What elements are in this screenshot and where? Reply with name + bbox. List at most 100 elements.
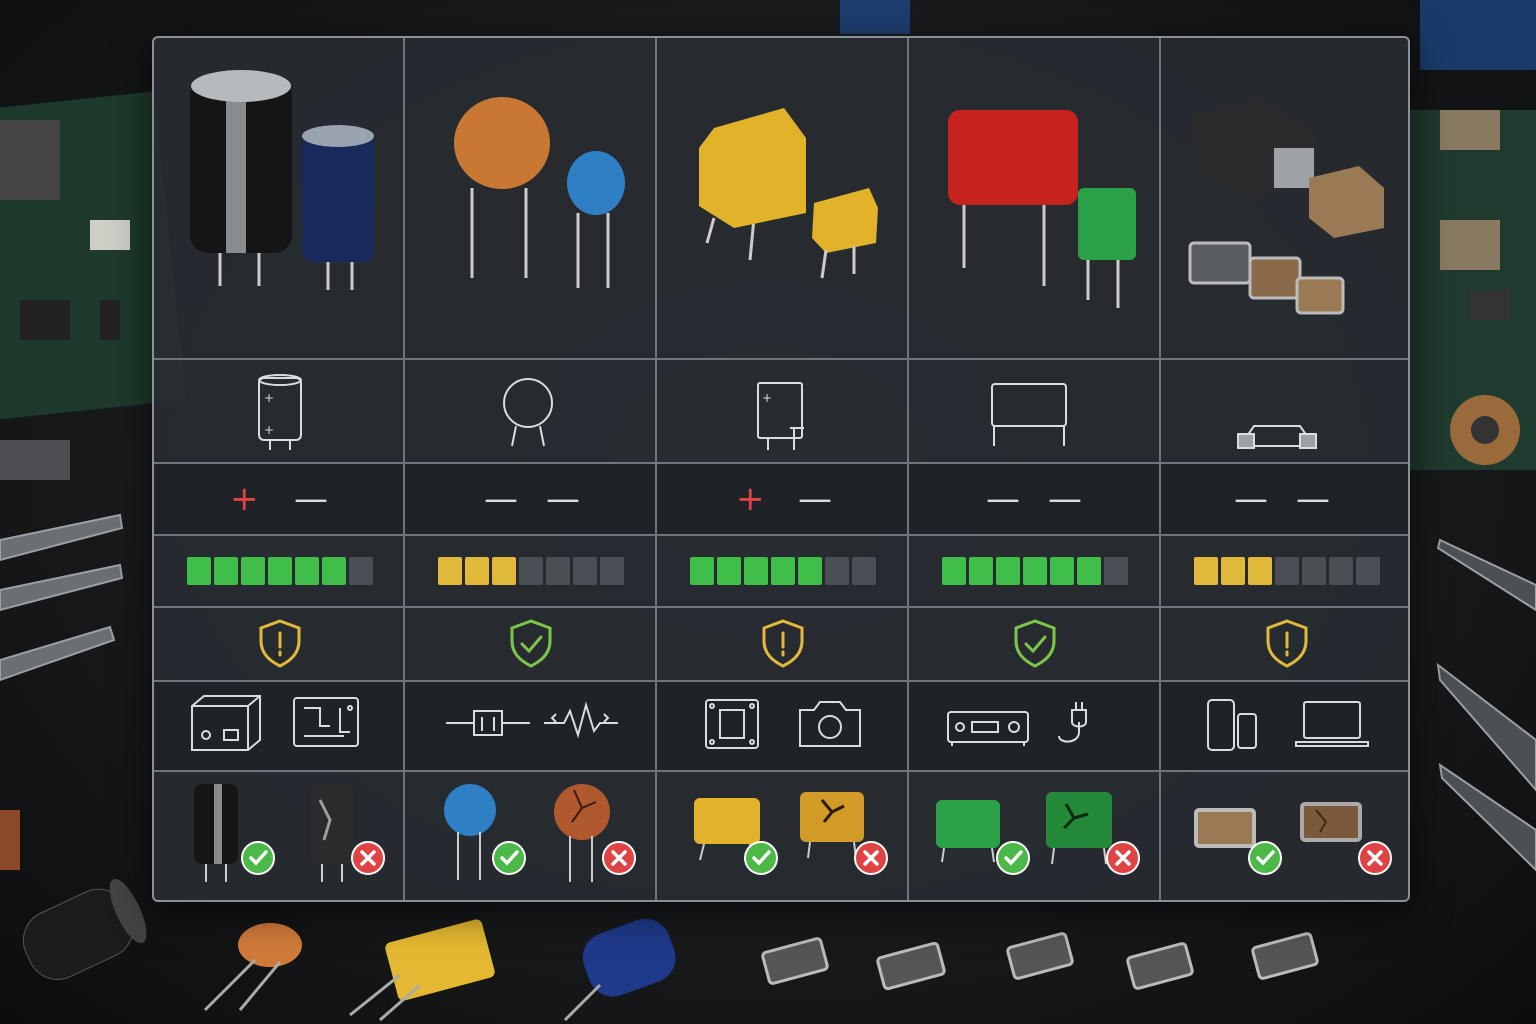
- ceramic-bad-example: [554, 784, 610, 882]
- mobile-devices-icon: [1207, 699, 1257, 751]
- rating-segment: [1077, 557, 1101, 585]
- rating-segment: [600, 557, 624, 585]
- rating-segment: [519, 557, 543, 585]
- camera-icon: [799, 701, 861, 747]
- good-check-badge: [996, 841, 1030, 875]
- audio-receiver-icon: [947, 711, 1029, 746]
- polarity-sign-5a: —: [1234, 479, 1268, 519]
- grid-line: [403, 38, 405, 900]
- grid-line: [154, 534, 1408, 536]
- rating-segment: [573, 557, 597, 585]
- smd-bad-example: [1300, 802, 1362, 842]
- rating-segment: [214, 557, 238, 585]
- rating-segment: [1248, 557, 1272, 585]
- bad-x-badge: [854, 841, 888, 875]
- grid-line: [154, 680, 1408, 682]
- rating-segment: [798, 557, 822, 585]
- power-plug-icon: [1058, 702, 1087, 743]
- rating-segment: [717, 557, 741, 585]
- polarity-sign-4b: —: [1048, 479, 1082, 519]
- rating-segment: [996, 557, 1020, 585]
- polarity-sign-2b: —: [546, 479, 580, 519]
- polarity-sign-5b: —: [1296, 479, 1330, 519]
- polarity-sign-3b: —: [798, 479, 832, 519]
- condition-examples-row: [194, 784, 1392, 882]
- rating-segment: [1356, 557, 1380, 585]
- svg-text:+: +: [762, 391, 772, 405]
- shield-warning-icon: [1266, 619, 1308, 668]
- polarity-row: + — — — + — — — — —: [154, 464, 1408, 536]
- ceramic-outline-icon: [503, 378, 553, 447]
- grid-line: [154, 770, 1408, 772]
- rating-segment: [295, 557, 319, 585]
- rating-segment: [241, 557, 265, 585]
- tweezers: [1436, 538, 1536, 872]
- rating-segment: [690, 557, 714, 585]
- rating-segment: [1104, 557, 1128, 585]
- bad-x-badge: [1106, 841, 1140, 875]
- power-supply-icon: [191, 695, 261, 751]
- tantalum-capacitor-image: [699, 108, 878, 279]
- capacitor-comparison-panel: + + + + — — — + — — — — —: [152, 36, 1410, 902]
- rating-segment: [744, 557, 768, 585]
- rating-segment: [268, 557, 292, 585]
- polarity-sign-2a: —: [484, 479, 518, 519]
- chip-module-icon: [705, 699, 759, 749]
- electrolytic-good-example: [194, 784, 238, 882]
- tantalum-bad-example: [800, 792, 864, 859]
- rating-segment: [1194, 557, 1218, 585]
- ceramic-disc-capacitor-image: [454, 97, 625, 288]
- grid-line: [907, 38, 909, 900]
- film-bad-example: [1046, 792, 1112, 865]
- grid-line: [655, 38, 657, 900]
- grid-line: [154, 606, 1408, 608]
- bad-x-badge: [1358, 841, 1392, 875]
- smd-capacitor-image: [1188, 98, 1384, 315]
- rating-segment: [1302, 557, 1326, 585]
- polarity-sign-1a: +: [230, 479, 259, 519]
- grid-line: [154, 358, 1408, 360]
- rating-segment: [1050, 557, 1074, 585]
- circuit-board-icon: [293, 697, 359, 747]
- electrolytic-capacitor-image: [190, 70, 374, 290]
- rating-segment: [1023, 557, 1047, 585]
- rating-segment: [187, 557, 211, 585]
- smd-outline-icon: [1237, 425, 1317, 449]
- rating-segment: [546, 557, 570, 585]
- rating-segment: [771, 557, 795, 585]
- rating-segment: [465, 557, 489, 585]
- svg-text:+: +: [264, 391, 274, 405]
- application-icons-row: [191, 695, 1369, 751]
- bad-x-badge: [602, 841, 636, 875]
- rating-segment: [322, 557, 346, 585]
- shield-check-icon: [1014, 619, 1056, 668]
- signal-filter-icon: [544, 701, 618, 739]
- shield-check-icon: [510, 619, 552, 668]
- polarity-sign-3a: +: [736, 479, 765, 519]
- rating-segment: [492, 557, 516, 585]
- good-check-badge: [241, 841, 275, 875]
- bad-x-badge: [351, 841, 385, 875]
- electrolytic-bad-example: [310, 784, 354, 882]
- component-photos-row: [190, 70, 1384, 315]
- rating-segment: [825, 557, 849, 585]
- rating-segment: [969, 557, 993, 585]
- rating-segment: [942, 557, 966, 585]
- svg-text:+: +: [264, 423, 274, 437]
- capacitor-symbol-icon: [446, 710, 530, 736]
- film-capacitor-image: [948, 110, 1136, 308]
- good-check-badge: [492, 841, 526, 875]
- smd-good-example: [1194, 808, 1256, 848]
- rating-bars-row: [154, 536, 1408, 606]
- outline-icons-row: + + +: [258, 374, 1317, 450]
- rating-segment: [1329, 557, 1353, 585]
- rating-segment: [438, 557, 462, 585]
- polarity-sign-1b: —: [294, 479, 328, 519]
- shield-warning-icon: [762, 619, 804, 668]
- electrolytic-outline-icon: + +: [258, 374, 302, 450]
- good-check-badge: [744, 841, 778, 875]
- tantalum-outline-icon: +: [757, 382, 804, 450]
- grid-line: [154, 462, 1408, 464]
- film-good-example: [936, 800, 1000, 863]
- shield-warning-icon: [259, 619, 301, 668]
